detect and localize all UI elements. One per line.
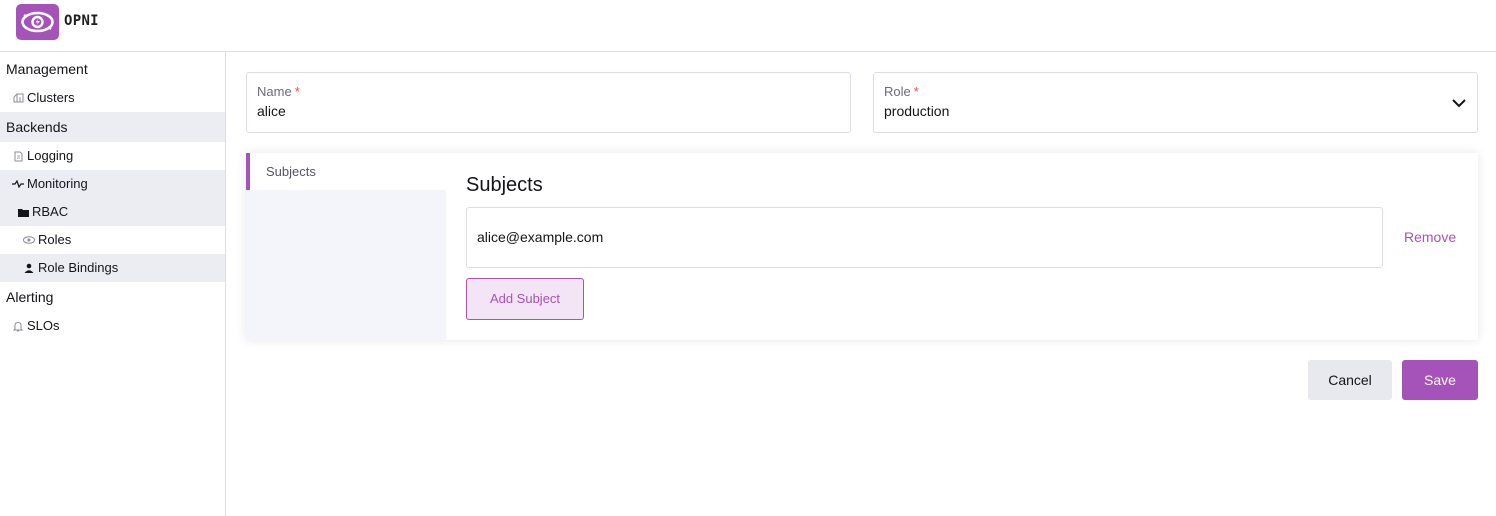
- subjects-title: Subjects: [466, 174, 543, 196]
- sidebar-item-role-bindings[interactable]: Role Bindings: [0, 254, 225, 282]
- sidebar-item-label: RBAC: [32, 204, 69, 219]
- role-select[interactable]: Role * production: [873, 72, 1478, 133]
- sidebar-item-label: Roles: [38, 232, 72, 247]
- app-header: OPNI: [0, 0, 1496, 52]
- sidebar-group-alerting[interactable]: Alerting: [0, 282, 225, 312]
- eye-icon: [22, 236, 36, 244]
- sidebar-item-roles[interactable]: Roles: [0, 226, 225, 254]
- subject-input[interactable]: alice@example.com: [466, 207, 1383, 268]
- name-field-value[interactable]: alice: [257, 103, 286, 119]
- sidebar-group-backends[interactable]: Backends: [0, 112, 225, 142]
- sidebar-item-label: Logging: [27, 148, 74, 163]
- role-select-label: Role *: [884, 84, 919, 99]
- role-select-value[interactable]: production: [884, 103, 949, 119]
- subjects-panel: Subjects Subjects alice@example.com Remo…: [246, 153, 1478, 340]
- panel-tabs: Subjects: [246, 153, 446, 340]
- file-icon: [11, 151, 25, 162]
- chevron-down-icon[interactable]: [1451, 95, 1467, 116]
- sidebar-item-label: Clusters: [27, 90, 75, 105]
- folder-icon: [16, 208, 30, 217]
- sidebar: Management Clusters Backends Logging Mon…: [0, 52, 226, 516]
- brand-name: OPNI: [64, 13, 99, 29]
- logo-eye-icon: [21, 11, 54, 33]
- save-button[interactable]: Save: [1402, 360, 1478, 400]
- bell-icon: [11, 321, 25, 332]
- name-field[interactable]: Name * alice: [246, 72, 851, 133]
- cancel-button[interactable]: Cancel: [1308, 360, 1392, 400]
- user-icon: [22, 263, 36, 273]
- remove-subject-button[interactable]: Remove: [1404, 229, 1456, 245]
- name-field-label: Name *: [257, 84, 300, 99]
- cluster-icon: [11, 93, 25, 103]
- sidebar-item-label: Role Bindings: [38, 260, 119, 275]
- sidebar-item-clusters[interactable]: Clusters: [0, 84, 225, 112]
- sidebar-item-logging[interactable]: Logging: [0, 142, 225, 170]
- sidebar-item-rbac[interactable]: RBAC: [0, 198, 225, 226]
- sidebar-group-management[interactable]: Management: [0, 54, 225, 84]
- sidebar-item-slos[interactable]: SLOs: [0, 312, 225, 340]
- sidebar-item-label: Monitoring: [27, 176, 88, 191]
- activity-icon: [11, 180, 25, 188]
- sidebar-item-label: SLOs: [27, 318, 60, 333]
- opni-logo[interactable]: [16, 4, 59, 40]
- tab-subjects[interactable]: Subjects: [246, 153, 446, 190]
- add-subject-button[interactable]: Add Subject: [466, 278, 584, 320]
- sidebar-item-monitoring[interactable]: Monitoring: [0, 170, 225, 198]
